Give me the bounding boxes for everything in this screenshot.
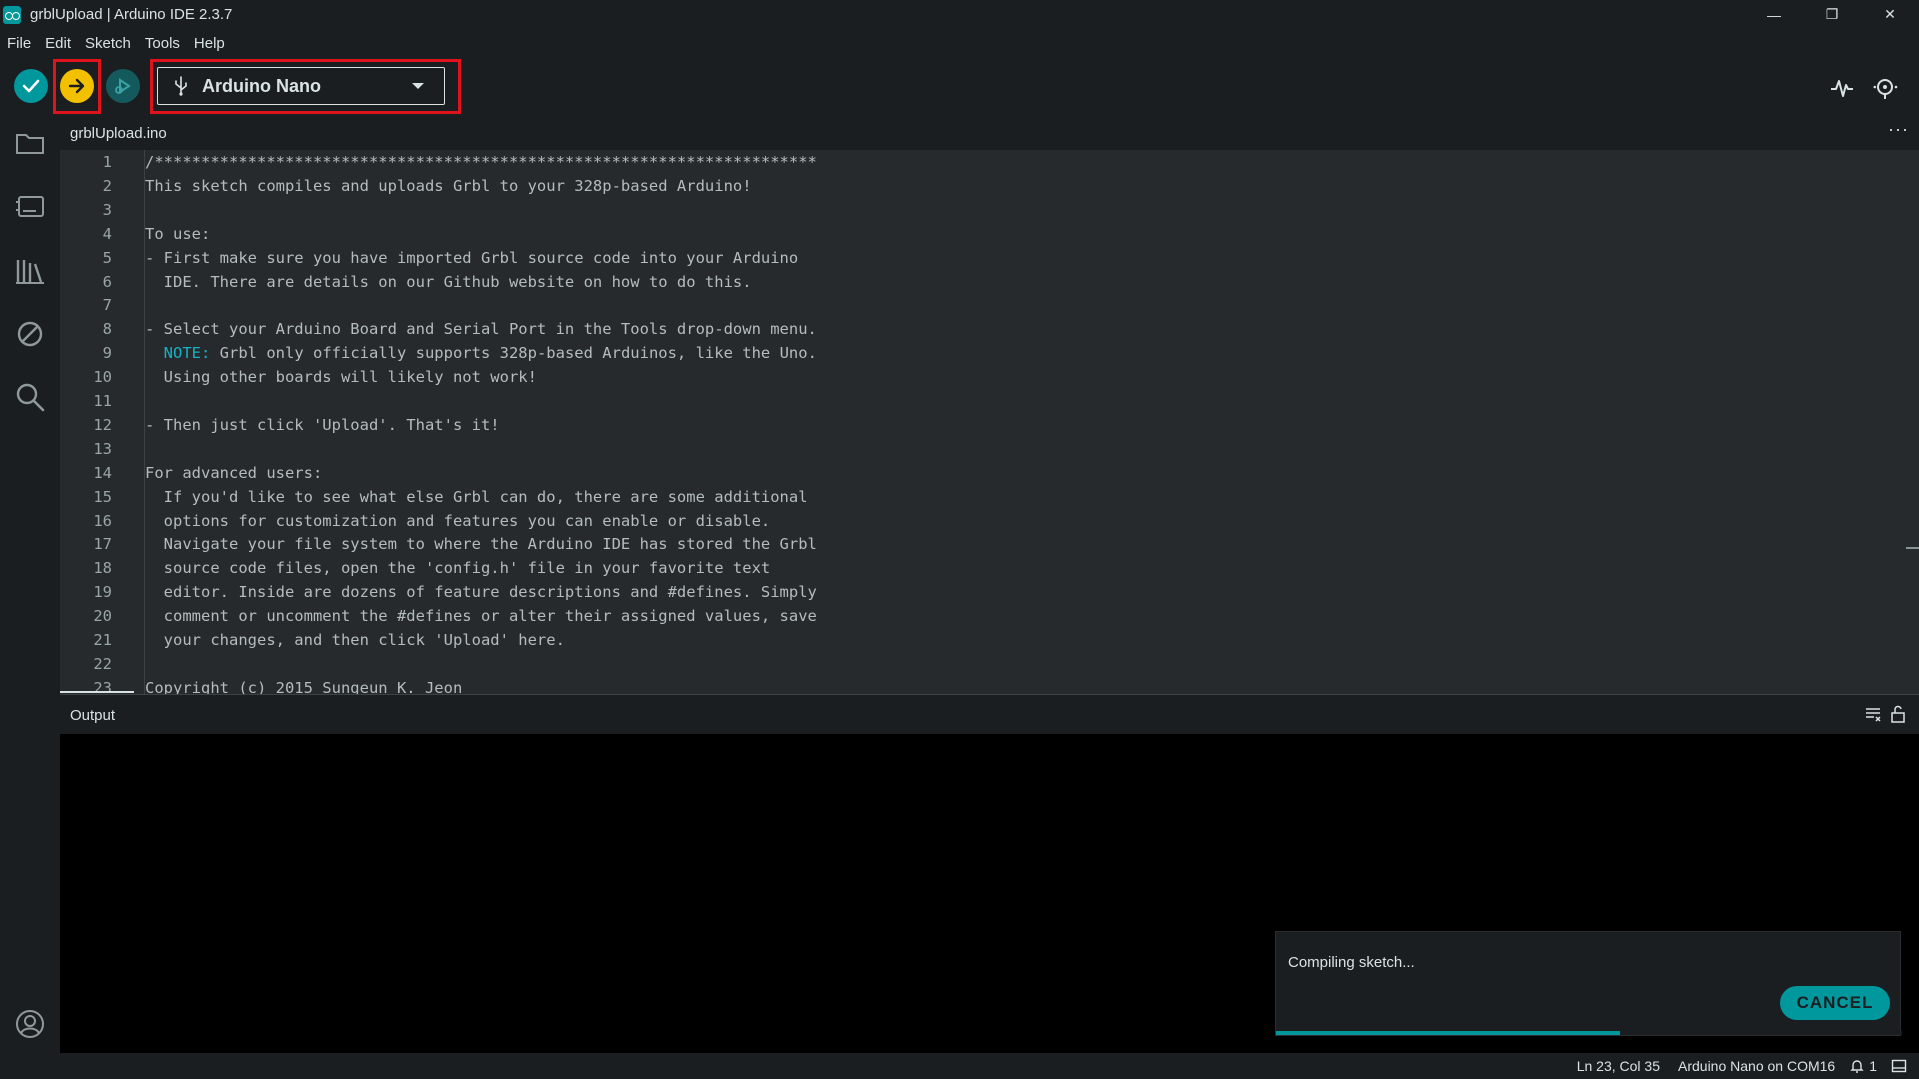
toolbar: Arduino Nano [0, 57, 1919, 117]
code-line: - Select your Arduino Board and Serial P… [145, 320, 817, 339]
serial-monitor-icon[interactable] [1873, 75, 1899, 101]
line-number: 7 [102, 296, 112, 315]
line-number: 11 [93, 392, 112, 410]
arduino-logo-icon [3, 5, 21, 24]
code-line: - Then just click 'Upload'. That's it! [145, 415, 500, 434]
line-number: 14 [93, 463, 112, 482]
menu-file[interactable]: File [7, 35, 31, 52]
board-name: Arduino Nano [202, 75, 321, 96]
line-number: 2 [102, 176, 112, 195]
code-line: source code files, open the 'config.h' f… [145, 559, 771, 578]
output-panel-header: Output [60, 694, 1919, 734]
boards-manager-icon[interactable] [14, 190, 46, 222]
editor-scrollbar[interactable] [1906, 150, 1919, 694]
code-line: For advanced users: [145, 463, 323, 482]
line-number: 12 [93, 415, 112, 434]
unlock-icon[interactable] [1889, 705, 1907, 723]
notification-message: Compiling sketch... [1288, 954, 1415, 971]
note-keyword: NOTE: [163, 344, 211, 363]
code-line: NOTE: Grbl only officially supports 328p… [145, 344, 817, 362]
line-number: 21 [93, 631, 112, 649]
code-line: If you'd like to see what else Grbl can … [145, 487, 808, 506]
line-number: 22 [93, 654, 112, 673]
code-text: Grbl only officially supports 328p-based… [210, 344, 817, 363]
menu-edit[interactable]: Edit [45, 35, 71, 52]
code-editor[interactable]: 1 2 3 4 5 6 7 8 9 10 11 12 13 14 15 16 17 18 19 20 21 22 23 /*… [60, 150, 1906, 694]
code-line: your changes, and then click 'Upload' he… [145, 631, 565, 649]
notification-count: 1 [1869, 1058, 1877, 1074]
cursor-position[interactable]: Ln 23, Col 35 [1577, 1058, 1660, 1074]
checkmark-icon [22, 79, 40, 93]
code-line: Navigate your file system to where the A… [145, 535, 817, 554]
more-options-icon[interactable]: ··· [1888, 119, 1909, 140]
menu-help[interactable]: Help [194, 35, 225, 52]
current-line-indicator [60, 691, 134, 693]
window-title: grblUpload | Arduino IDE 2.3.7 [30, 6, 233, 23]
serial-plotter-icon[interactable] [1829, 75, 1855, 101]
line-number: 15 [93, 487, 112, 506]
line-number: 19 [93, 583, 112, 602]
code-line: This sketch compiles and uploads Grbl to… [145, 176, 752, 195]
line-number: 10 [93, 368, 112, 387]
line-number: 16 [93, 511, 112, 530]
code-line: comment or uncomment the #defines or alt… [145, 607, 817, 626]
restore-button[interactable]: ❐ [1803, 0, 1861, 29]
debug-icon[interactable] [14, 318, 46, 350]
line-number-gutter: 1 2 3 4 5 6 7 8 9 10 11 12 13 14 15 16 17 18 19 20 21 22 23 [60, 150, 144, 694]
code-line: To use: [145, 224, 211, 243]
minimize-button[interactable]: — [1745, 0, 1803, 29]
line-number: 1 [102, 153, 112, 171]
progress-bar-fill [1276, 1031, 1621, 1035]
library-manager-icon[interactable] [14, 255, 46, 287]
chevron-down-icon [412, 83, 424, 89]
progress-bar [1276, 1031, 1902, 1035]
code-line: Copyright (c) 2015 Sungeun K. Jeon [145, 678, 463, 694]
line-number: 5 [102, 248, 112, 267]
line-number: 6 [102, 272, 112, 291]
scrollbar-cursor-marker [1906, 547, 1919, 549]
line-number: 9 [102, 344, 112, 363]
debug-icon [115, 78, 131, 94]
code-line: - First make sure you have imported Grbl… [145, 248, 799, 267]
search-icon[interactable] [14, 381, 46, 413]
title-bar: grblUpload | Arduino IDE 2.3.7 — ❐ ✕ [0, 0, 1919, 29]
line-number: 13 [93, 439, 112, 458]
menu-tools[interactable]: Tools [145, 35, 180, 52]
code-line: editor. Inside are dozens of feature des… [145, 583, 817, 602]
line-number: 20 [93, 607, 112, 626]
tab-grblupload[interactable]: grblUpload.ino [60, 117, 177, 150]
board-selector[interactable]: Arduino Nano [157, 67, 445, 105]
clear-output-icon[interactable] [1864, 705, 1882, 723]
line-number: 3 [102, 200, 112, 219]
upload-highlight-box [53, 59, 101, 114]
line-number: 8 [102, 320, 112, 339]
cancel-button[interactable]: CANCEL [1780, 986, 1890, 1020]
close-button[interactable]: ✕ [1861, 0, 1919, 29]
code-line: Using other boards will likely not work! [145, 368, 537, 387]
menu-sketch[interactable]: Sketch [85, 35, 131, 52]
line-number: 18 [93, 559, 112, 578]
menu-bar: File Edit Sketch Tools Help [0, 29, 239, 57]
sketchbook-folder-icon[interactable] [14, 127, 46, 159]
window-controls: — ❐ ✕ [1745, 0, 1919, 29]
code-line: IDE. There are details on our Github web… [145, 272, 752, 291]
toggle-panel-icon[interactable] [1891, 1058, 1907, 1074]
activity-bar [0, 117, 60, 1057]
status-bar: Ln 23, Col 35 Arduino Nano on COM16 1 [0, 1053, 1919, 1079]
bell-icon[interactable] [1849, 1058, 1865, 1074]
editor-tab-bar: grblUpload.ino ··· [60, 117, 1919, 150]
account-icon[interactable] [14, 1008, 46, 1040]
output-title: Output [70, 707, 116, 724]
compile-progress-notification: Compiling sketch... CANCEL [1275, 931, 1902, 1036]
debug-button[interactable] [106, 69, 140, 103]
code-line: options for customization and features y… [145, 511, 771, 530]
board-port-status[interactable]: Arduino Nano on COM16 [1678, 1058, 1835, 1074]
usb-icon [175, 76, 187, 96]
verify-button[interactable] [14, 69, 48, 103]
line-number: 4 [102, 224, 112, 243]
code-line: /***************************************… [145, 153, 817, 171]
line-number: 17 [93, 535, 112, 554]
